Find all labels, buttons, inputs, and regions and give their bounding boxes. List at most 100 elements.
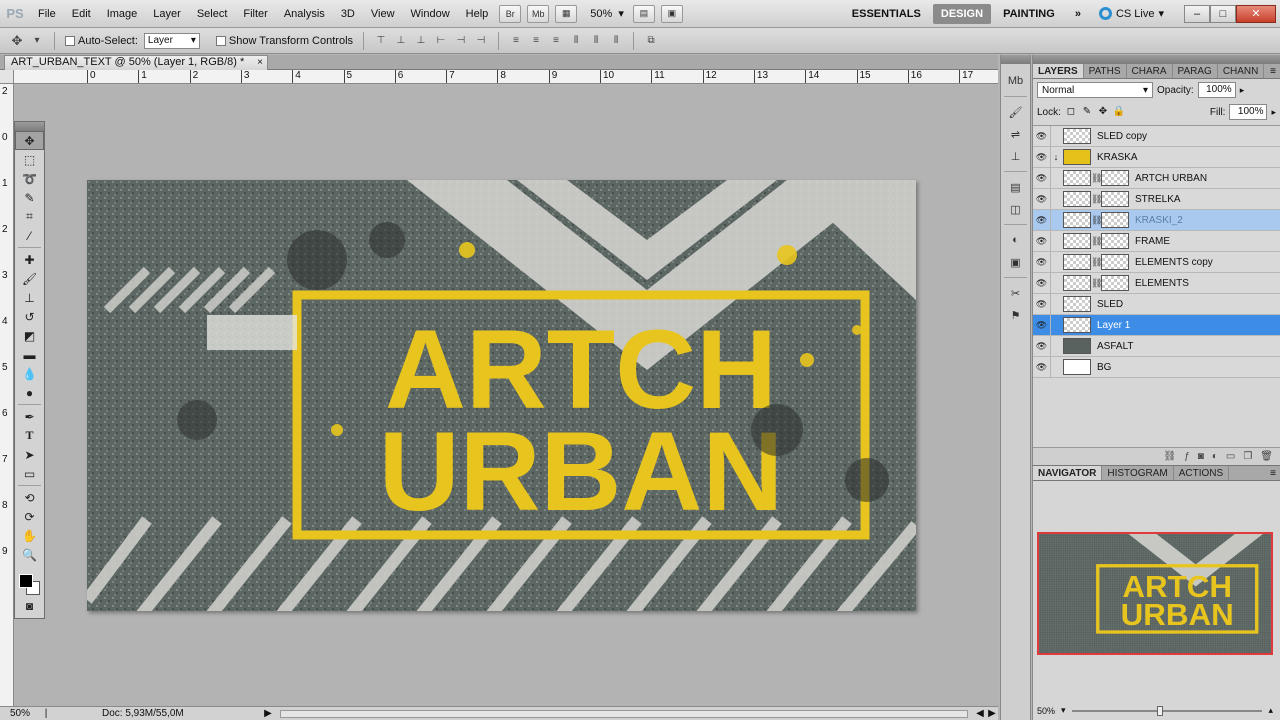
lock-all-icon[interactable]: 🔒: [1113, 106, 1125, 118]
adjustments-icon[interactable]: ⇌: [1001, 123, 1030, 145]
panel-header[interactable]: [1033, 55, 1280, 64]
menu-file[interactable]: File: [30, 0, 64, 28]
link-layers-icon[interactable]: ⛓: [1164, 451, 1177, 462]
clone-source-icon[interactable]: ⊥: [1001, 145, 1030, 167]
scroll-right-icon[interactable]: ▶: [986, 708, 998, 719]
layer-mask-thumbnail[interactable]: [1101, 170, 1129, 186]
document-canvas[interactable]: ARTCH URBAN: [87, 180, 916, 611]
minimize-button[interactable]: –: [1184, 4, 1210, 23]
mask-link-icon[interactable]: ⛓: [1091, 257, 1102, 268]
close-icon[interactable]: ×: [257, 56, 263, 69]
align-bottom-icon[interactable]: ⊥: [414, 34, 428, 48]
tab-histogram[interactable]: HISTOGRAM: [1102, 466, 1174, 480]
eraser-tool-icon[interactable]: ◩: [15, 326, 44, 345]
tab-layers[interactable]: LAYERS: [1033, 64, 1084, 78]
layer-thumbnail[interactable]: [1063, 233, 1091, 249]
zoom-in-icon[interactable]: ▴: [1268, 705, 1273, 716]
tool-preset-chevron-icon[interactable]: ▾: [30, 34, 44, 48]
move-tool-icon[interactable]: ✥: [15, 131, 44, 150]
maximize-button[interactable]: □: [1210, 4, 1236, 23]
gradient-tool-icon[interactable]: ▬: [15, 345, 44, 364]
layer-mask-thumbnail[interactable]: [1101, 191, 1129, 207]
menu-view[interactable]: View: [363, 0, 403, 28]
3d-camera-tool-icon[interactable]: ⟳: [15, 507, 44, 526]
workspace-essentials[interactable]: ESSENTIALS: [844, 4, 929, 24]
layer-row[interactable]: 👁 ⛓ FRAME: [1033, 230, 1280, 252]
mini-bridge-button[interactable]: Mb: [527, 4, 550, 23]
dodge-tool-icon[interactable]: ●: [15, 383, 44, 402]
delete-layer-icon[interactable]: 🗑: [1260, 451, 1273, 462]
brush-presets-icon[interactable]: 🖌: [1001, 101, 1030, 123]
layer-mask-thumbnail[interactable]: [1101, 254, 1129, 270]
screen-mode-icon[interactable]: ▣: [660, 4, 683, 23]
hand-tool-icon[interactable]: ✋: [15, 526, 44, 545]
foreground-color-swatch[interactable]: [19, 574, 33, 588]
cs-live-button[interactable]: CS Live ▾: [1098, 7, 1164, 20]
layer-thumbnail[interactable]: [1063, 170, 1091, 186]
eyedropper-tool-icon[interactable]: ⁄: [15, 226, 44, 245]
layer-row[interactable]: 👁 ⛓ STRELKA: [1033, 188, 1280, 210]
zoom-tool-icon[interactable]: 🔍: [15, 545, 44, 564]
adjustment-layer-icon[interactable]: ◐: [1212, 451, 1218, 462]
shape-tool-icon[interactable]: ▭: [15, 464, 44, 483]
distribute-bottom-icon[interactable]: ≡: [549, 34, 563, 48]
layer-mask-thumbnail[interactable]: [1101, 275, 1129, 291]
layer-row[interactable]: 👁 ⛓ ELEMENTS copy: [1033, 251, 1280, 273]
crop-tool-icon[interactable]: ⌗: [15, 207, 44, 226]
info-icon[interactable]: ◫: [1001, 198, 1030, 220]
layer-row[interactable]: 👁 BG: [1033, 356, 1280, 378]
align-top-icon[interactable]: ⊤: [374, 34, 388, 48]
lock-image-icon[interactable]: ✎: [1081, 106, 1093, 118]
distribute-vcenter-icon[interactable]: ≡: [529, 34, 543, 48]
lock-position-icon[interactable]: ✥: [1097, 106, 1109, 118]
visibility-eye-icon[interactable]: 👁: [1033, 272, 1051, 294]
slider-handle[interactable]: [1157, 705, 1164, 716]
marquee-tool-icon[interactable]: ⬚: [15, 150, 44, 169]
blend-mode-select[interactable]: Normal ▾: [1037, 82, 1153, 98]
mask-link-icon[interactable]: ⛓: [1091, 236, 1102, 247]
add-mask-icon[interactable]: ◙: [1198, 451, 1204, 462]
visibility-eye-icon[interactable]: 👁: [1033, 167, 1051, 189]
panel-header[interactable]: [15, 122, 44, 131]
history-brush-tool-icon[interactable]: ↺: [15, 307, 44, 326]
distribute-left-icon[interactable]: ⦀: [569, 34, 583, 48]
fill-slider-arrow-icon[interactable]: ▸: [1271, 107, 1276, 118]
layer-row[interactable]: 👁 SLED copy: [1033, 125, 1280, 147]
layer-row[interactable]: 👁 ⛓ KRASKI_2: [1033, 209, 1280, 231]
zoom-out-icon[interactable]: ▾: [1061, 705, 1066, 716]
visibility-eye-icon[interactable]: 👁: [1033, 356, 1051, 378]
new-group-icon[interactable]: ▭: [1226, 451, 1235, 462]
align-left-icon[interactable]: ⊢: [434, 34, 448, 48]
auto-select-checkbox[interactable]: Auto-Select:: [65, 35, 138, 47]
layer-thumbnail[interactable]: [1063, 359, 1091, 375]
layer-thumbnail[interactable]: [1063, 212, 1091, 228]
status-menu-arrow-icon[interactable]: ▶: [262, 708, 274, 719]
color-swatches[interactable]: [15, 568, 44, 596]
menu-filter[interactable]: Filter: [235, 0, 275, 28]
scroll-left-icon[interactable]: ◀: [974, 708, 986, 719]
workspace-more[interactable]: »: [1067, 4, 1089, 24]
layer-row[interactable]: 👁 ⛓ ARTCH URBAN: [1033, 167, 1280, 189]
status-zoom[interactable]: 50%: [0, 708, 40, 719]
layer-mask-thumbnail[interactable]: [1101, 233, 1129, 249]
layer-thumbnail[interactable]: [1063, 254, 1091, 270]
layer-thumbnail[interactable]: [1063, 275, 1091, 291]
checkbox[interactable]: [215, 35, 226, 46]
layer-thumbnail[interactable]: [1063, 317, 1091, 333]
menu-3d[interactable]: 3D: [333, 0, 363, 28]
new-layer-icon[interactable]: ❐: [1243, 451, 1252, 462]
layer-row[interactable]: 👁 ASFALT: [1033, 335, 1280, 357]
swatches-icon[interactable]: ▣: [1001, 251, 1030, 273]
menu-help[interactable]: Help: [458, 0, 497, 28]
visibility-eye-icon[interactable]: 👁: [1033, 188, 1051, 210]
visibility-eye-icon[interactable]: 👁: [1033, 293, 1051, 315]
fill-input[interactable]: 100%: [1229, 104, 1268, 120]
layer-thumbnail[interactable]: [1063, 338, 1091, 354]
visibility-eye-icon[interactable]: 👁: [1033, 335, 1051, 357]
tab-parag[interactable]: PARAG: [1173, 64, 1218, 78]
menu-edit[interactable]: Edit: [64, 0, 99, 28]
workspace-design[interactable]: DESIGN: [932, 3, 992, 24]
checkbox[interactable]: [65, 35, 75, 46]
visibility-eye-icon[interactable]: 👁: [1033, 251, 1051, 273]
quick-select-tool-icon[interactable]: ✎: [15, 188, 44, 207]
